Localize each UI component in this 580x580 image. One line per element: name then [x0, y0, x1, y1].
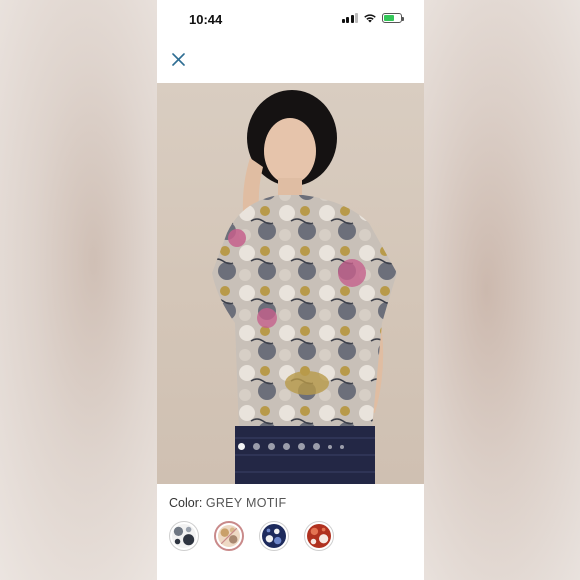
carousel-dot[interactable]: [339, 444, 344, 449]
status-time: 10:44: [189, 12, 223, 27]
product-image[interactable]: [157, 83, 424, 484]
carousel-dot[interactable]: [237, 443, 245, 450]
swatch-red-motif[interactable]: [304, 521, 334, 551]
product-detail-screen: 10:44 Color: GREY MOTIF: [157, 0, 424, 580]
close-icon: [171, 52, 185, 66]
carousel-dot[interactable]: [267, 443, 275, 450]
model-wearing-floral-sequin-top: [212, 90, 397, 484]
status-icons: [341, 13, 404, 23]
swatch-grey-motif[interactable]: [169, 521, 199, 551]
background-blur-right: [424, 0, 580, 580]
color-label: Color:: [169, 496, 203, 510]
swatch-navy-motif[interactable]: [259, 521, 289, 551]
close-button[interactable]: [167, 48, 189, 70]
background-blur-left: [0, 0, 157, 580]
swatch-neutral-motif[interactable]: [214, 521, 244, 551]
carousel-dot[interactable]: [297, 443, 305, 450]
carousel-dot[interactable]: [252, 443, 260, 450]
color-value: GREY MOTIF: [205, 496, 287, 510]
battery-charging-icon: [382, 13, 404, 23]
image-carousel-indicator[interactable]: [157, 443, 424, 450]
color-selection-label: Color: GREY MOTIF: [169, 496, 286, 510]
carousel-dot[interactable]: [327, 444, 332, 449]
color-swatches: [169, 521, 334, 551]
cellular-signal-icon: [341, 13, 358, 23]
carousel-dot[interactable]: [282, 443, 290, 450]
wifi-icon: [364, 14, 376, 23]
status-bar: 10:44: [157, 0, 424, 40]
carousel-dot[interactable]: [312, 443, 320, 450]
